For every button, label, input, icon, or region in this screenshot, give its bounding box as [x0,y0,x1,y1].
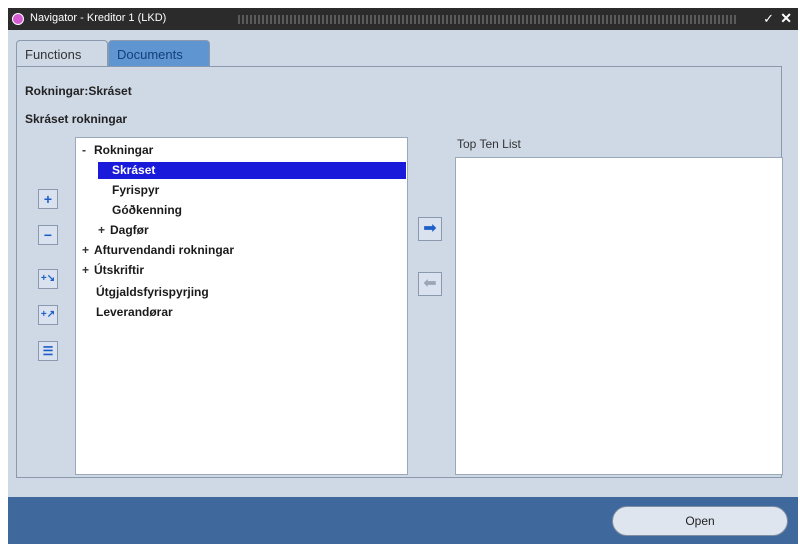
collapse-button[interactable]: − [38,225,58,245]
collapse-branch-button[interactable]: ☰ [38,341,58,361]
collapse-icon: − [43,227,53,243]
tree-node[interactable]: - Rokningar [82,142,153,159]
tree-expander-icon[interactable]: + [98,222,110,239]
tree-node[interactable]: + Afturvendandi rokningar [82,242,234,259]
tree-node[interactable]: Fyrispyr [112,182,159,199]
expand-all-icon: +↘ [40,273,56,284]
move-right-button[interactable]: ➡ [418,217,442,241]
tree-node[interactable]: + Dagfør [98,222,149,239]
collapse-all-button[interactable]: +↗ [38,305,58,325]
top-ten-label: Top Ten List [457,137,521,151]
function-tree[interactable]: - Rokningar Skráset Fyrispyr Góðkenning +… [75,137,408,475]
tree-node[interactable]: Leverandørar [96,304,173,321]
breadcrumb: Rokningar:Skráset [25,84,132,98]
window-title: Navigator - Kreditor 1 (LKD) [30,12,167,24]
expand-icon: + [43,191,53,207]
expand-all-button[interactable]: +↘ [38,269,58,289]
tree-node[interactable]: Útgjaldsfyrispyrjing [96,284,209,301]
expand-button[interactable]: + [38,189,58,209]
tree-expander-icon[interactable]: - [82,142,94,159]
app-icon [12,13,24,25]
close-icon[interactable]: ✕ [780,10,792,27]
collapse-all-icon: +↗ [40,309,56,320]
arrow-right-icon: ➡ [423,220,437,237]
collapse-branch-icon: ☰ [42,344,54,358]
tree-node-selected[interactable]: Skráset [98,162,406,179]
arrow-left-icon: ⬅ [423,275,437,292]
tree-node[interactable]: Góðkenning [112,202,182,219]
tree-expander-icon[interactable]: + [82,242,94,259]
list-title: Skráset rokningar [25,112,128,126]
move-left-button[interactable]: ⬅ [418,272,442,296]
open-button[interactable]: Open [612,506,788,536]
title-bar-pattern [238,15,738,24]
tree-expander-icon[interactable]: + [82,262,94,279]
top-ten-list[interactable] [455,157,783,475]
minimize-icon[interactable]: ✓ [763,11,774,27]
tab-functions[interactable]: Functions [16,40,108,66]
tree-node[interactable]: + Útskriftir [82,262,144,279]
tab-documents[interactable]: Documents [108,40,210,66]
title-bar[interactable]: Navigator - Kreditor 1 (LKD) ✓ ✕ [8,8,798,30]
